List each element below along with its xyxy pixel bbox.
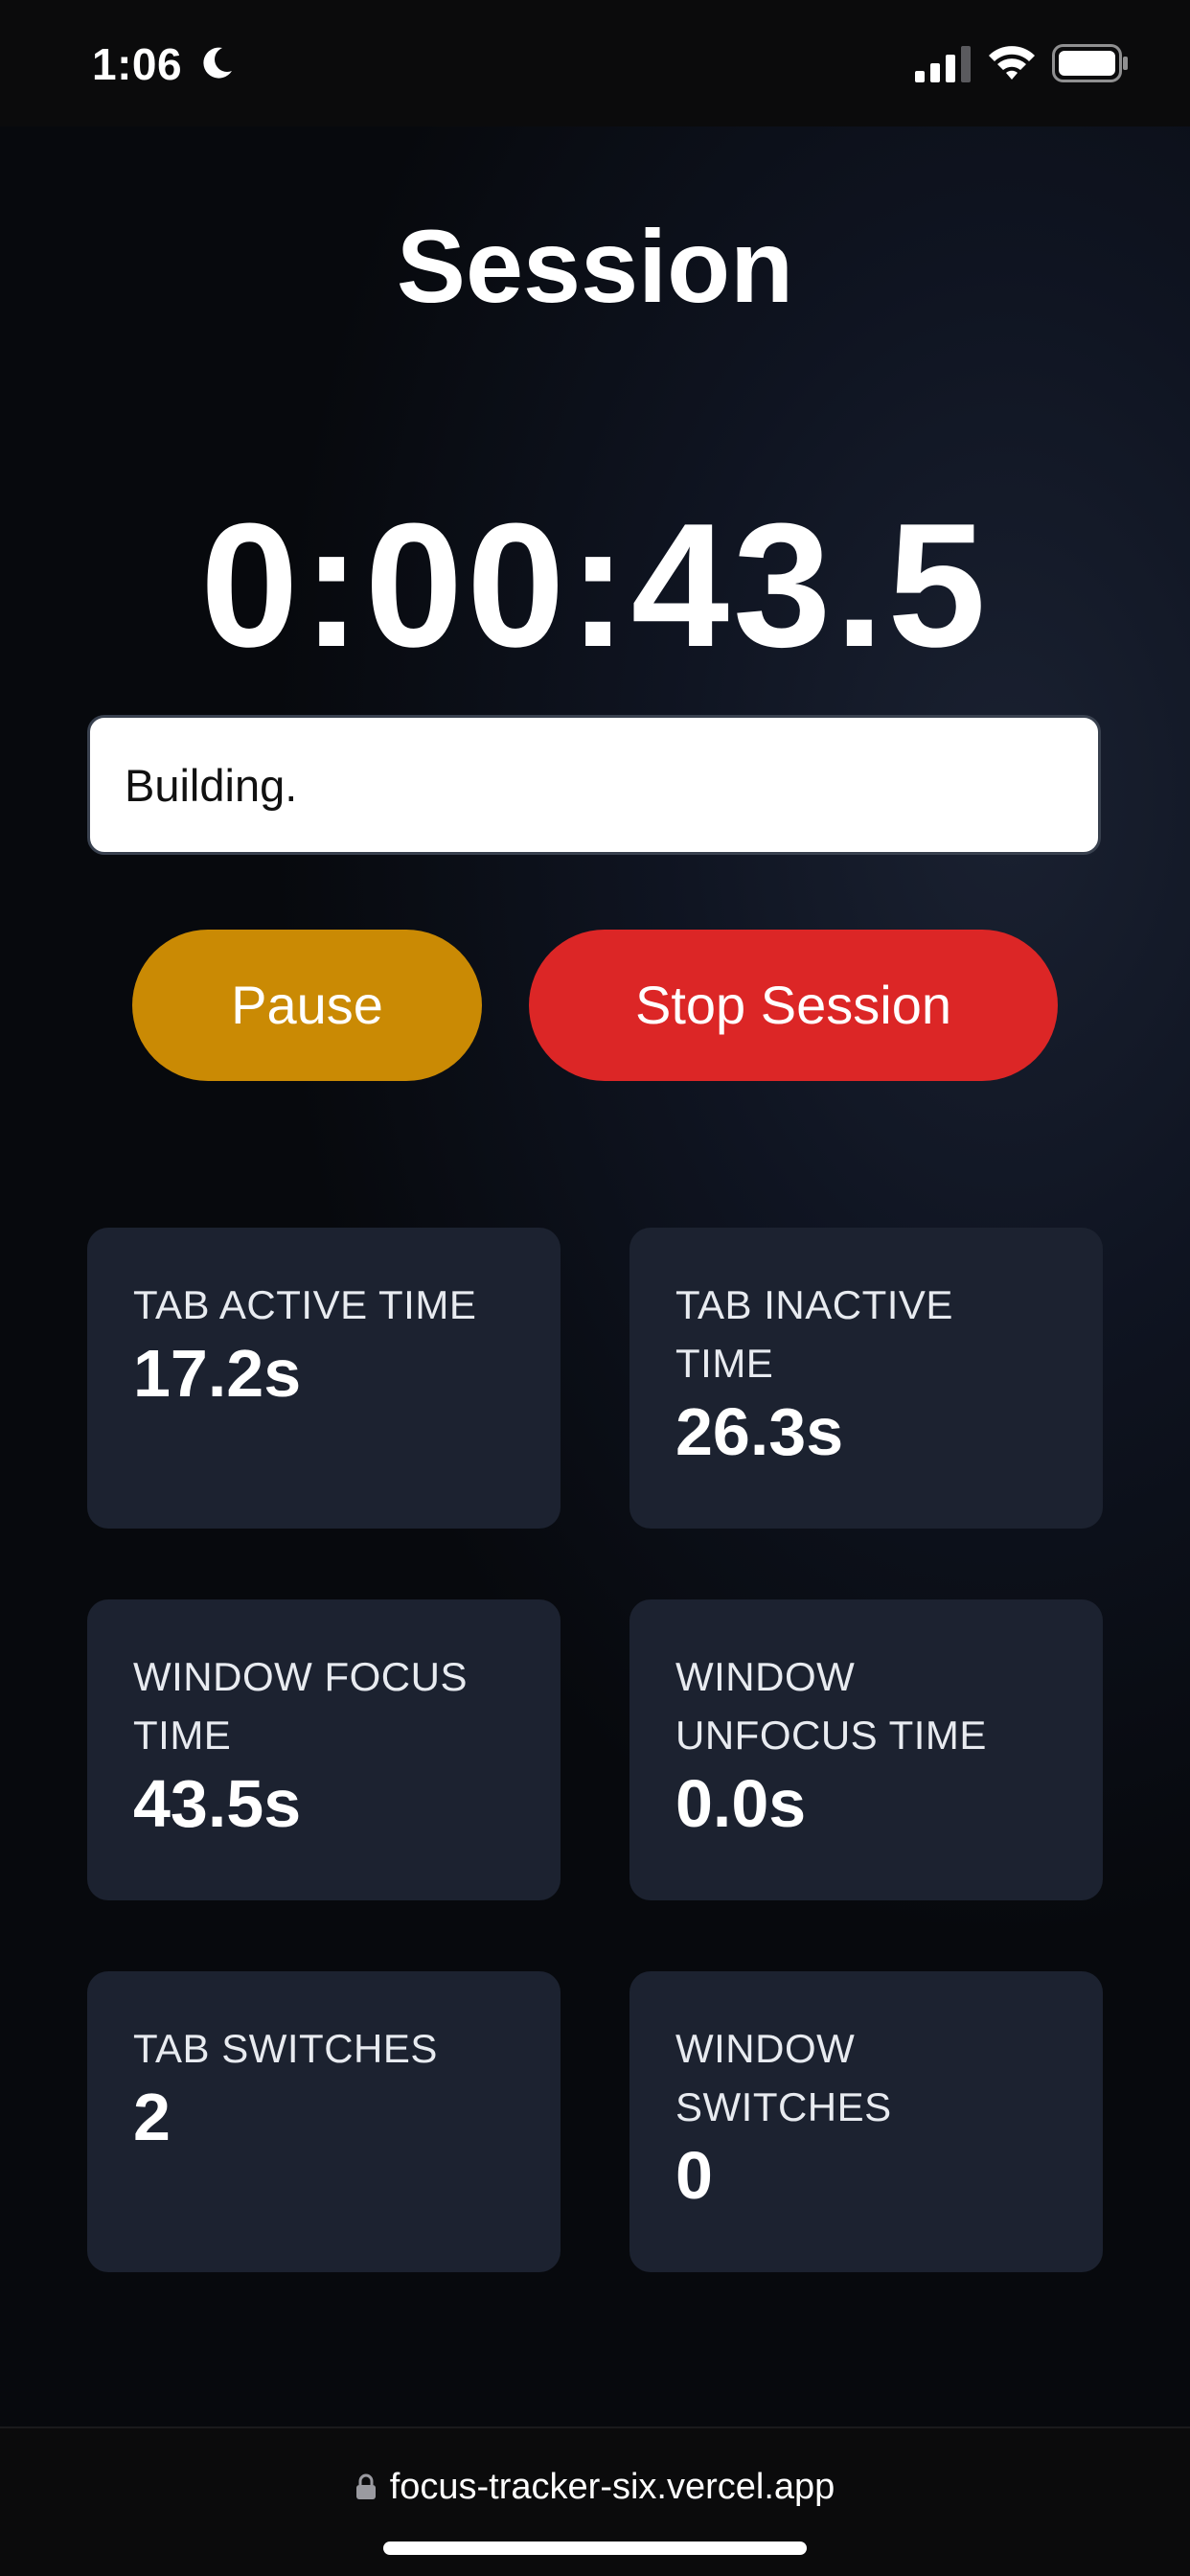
wifi-icon bbox=[989, 46, 1035, 80]
browser-url-bar[interactable]: focus-tracker-six.vercel.app bbox=[0, 2426, 1190, 2576]
moon-icon bbox=[203, 47, 232, 79]
signal-icon bbox=[915, 46, 971, 82]
stat-value: 0 bbox=[675, 2138, 713, 2213]
stat-value: 0.0s bbox=[675, 1766, 807, 1841]
status-bar: 1:06 bbox=[0, 0, 1190, 126]
stat-label: TAB INACTIVE TIME bbox=[675, 1282, 953, 1386]
stat-card-window-unfocus-time: WINDOW UNFOCUS TIME 0.0s bbox=[629, 1599, 1103, 1900]
stat-card-window-switches: WINDOW SWITCHES 0 bbox=[629, 1971, 1103, 2272]
stat-label: TAB SWITCHES bbox=[133, 2026, 438, 2071]
stat-card-window-focus-time: WINDOW FOCUS TIME 43.5s bbox=[87, 1599, 561, 1900]
status-time: 1:06 bbox=[92, 39, 183, 89]
session-page: Session 0:00:43.5 Pause Stop Session TAB… bbox=[0, 126, 1190, 2426]
url-text: focus-tracker-six.vercel.app bbox=[389, 2467, 835, 2507]
session-note-input[interactable] bbox=[87, 715, 1101, 855]
stat-card-tab-switches: TAB SWITCHES 2 bbox=[87, 1971, 561, 2272]
stop-session-button[interactable]: Stop Session bbox=[529, 930, 1058, 1081]
stat-label: TAB ACTIVE TIME bbox=[133, 1282, 477, 1327]
battery-icon bbox=[1052, 44, 1128, 82]
stat-value: 26.3s bbox=[675, 1394, 844, 1469]
stat-label: WINDOW UNFOCUS TIME bbox=[675, 1654, 987, 1758]
stat-card-tab-active-time: TAB ACTIVE TIME 17.2s bbox=[87, 1228, 561, 1529]
pause-button[interactable]: Pause bbox=[132, 930, 482, 1081]
stat-value: 43.5s bbox=[133, 1766, 302, 1841]
session-timer: 0:00:43.5 bbox=[200, 486, 990, 683]
home-indicator[interactable] bbox=[383, 2542, 807, 2555]
stat-card-tab-inactive-time: TAB INACTIVE TIME 26.3s bbox=[629, 1228, 1103, 1529]
stat-label: WINDOW SWITCHES bbox=[675, 2026, 892, 2129]
stat-value: 2 bbox=[133, 2080, 171, 2154]
lock-icon bbox=[355, 2473, 376, 2499]
stat-value: 17.2s bbox=[133, 1336, 302, 1411]
page-title: Session bbox=[396, 208, 794, 324]
url-display[interactable]: focus-tracker-six.vercel.app bbox=[0, 2463, 1190, 2511]
stat-label: WINDOW FOCUS TIME bbox=[133, 1654, 468, 1758]
